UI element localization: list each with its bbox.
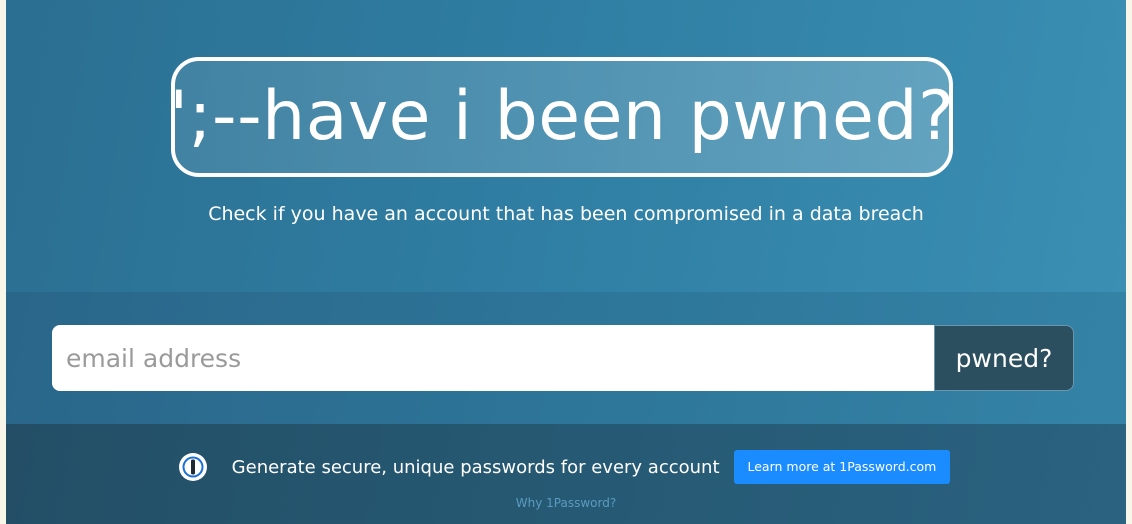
why-1password-link[interactable]: Why 1Password? — [6, 496, 1126, 510]
1password-logo-icon — [178, 453, 207, 481]
email-input[interactable] — [52, 325, 934, 391]
search-form: pwned? — [52, 325, 1074, 391]
tagline: Check if you have an account that has be… — [208, 203, 924, 225]
promo-row: Generate secure, unique passwords for ev… — [6, 450, 1126, 484]
promo-section: Generate secure, unique passwords for ev… — [6, 424, 1126, 524]
logo-text: ';--have i been pwned? — [169, 77, 955, 156]
learn-more-button[interactable]: Learn more at 1Password.com — [733, 450, 951, 484]
promo-text: Generate secure, unique passwords for ev… — [231, 456, 720, 478]
page-frame: ';--have i been pwned? Check if you have… — [6, 0, 1126, 524]
search-section: pwned? — [6, 292, 1126, 424]
site-logo[interactable]: ';--have i been pwned? — [169, 57, 955, 177]
pwned-button[interactable]: pwned? — [934, 325, 1074, 391]
hero-section: ';--have i been pwned? Check if you have… — [6, 0, 1126, 292]
